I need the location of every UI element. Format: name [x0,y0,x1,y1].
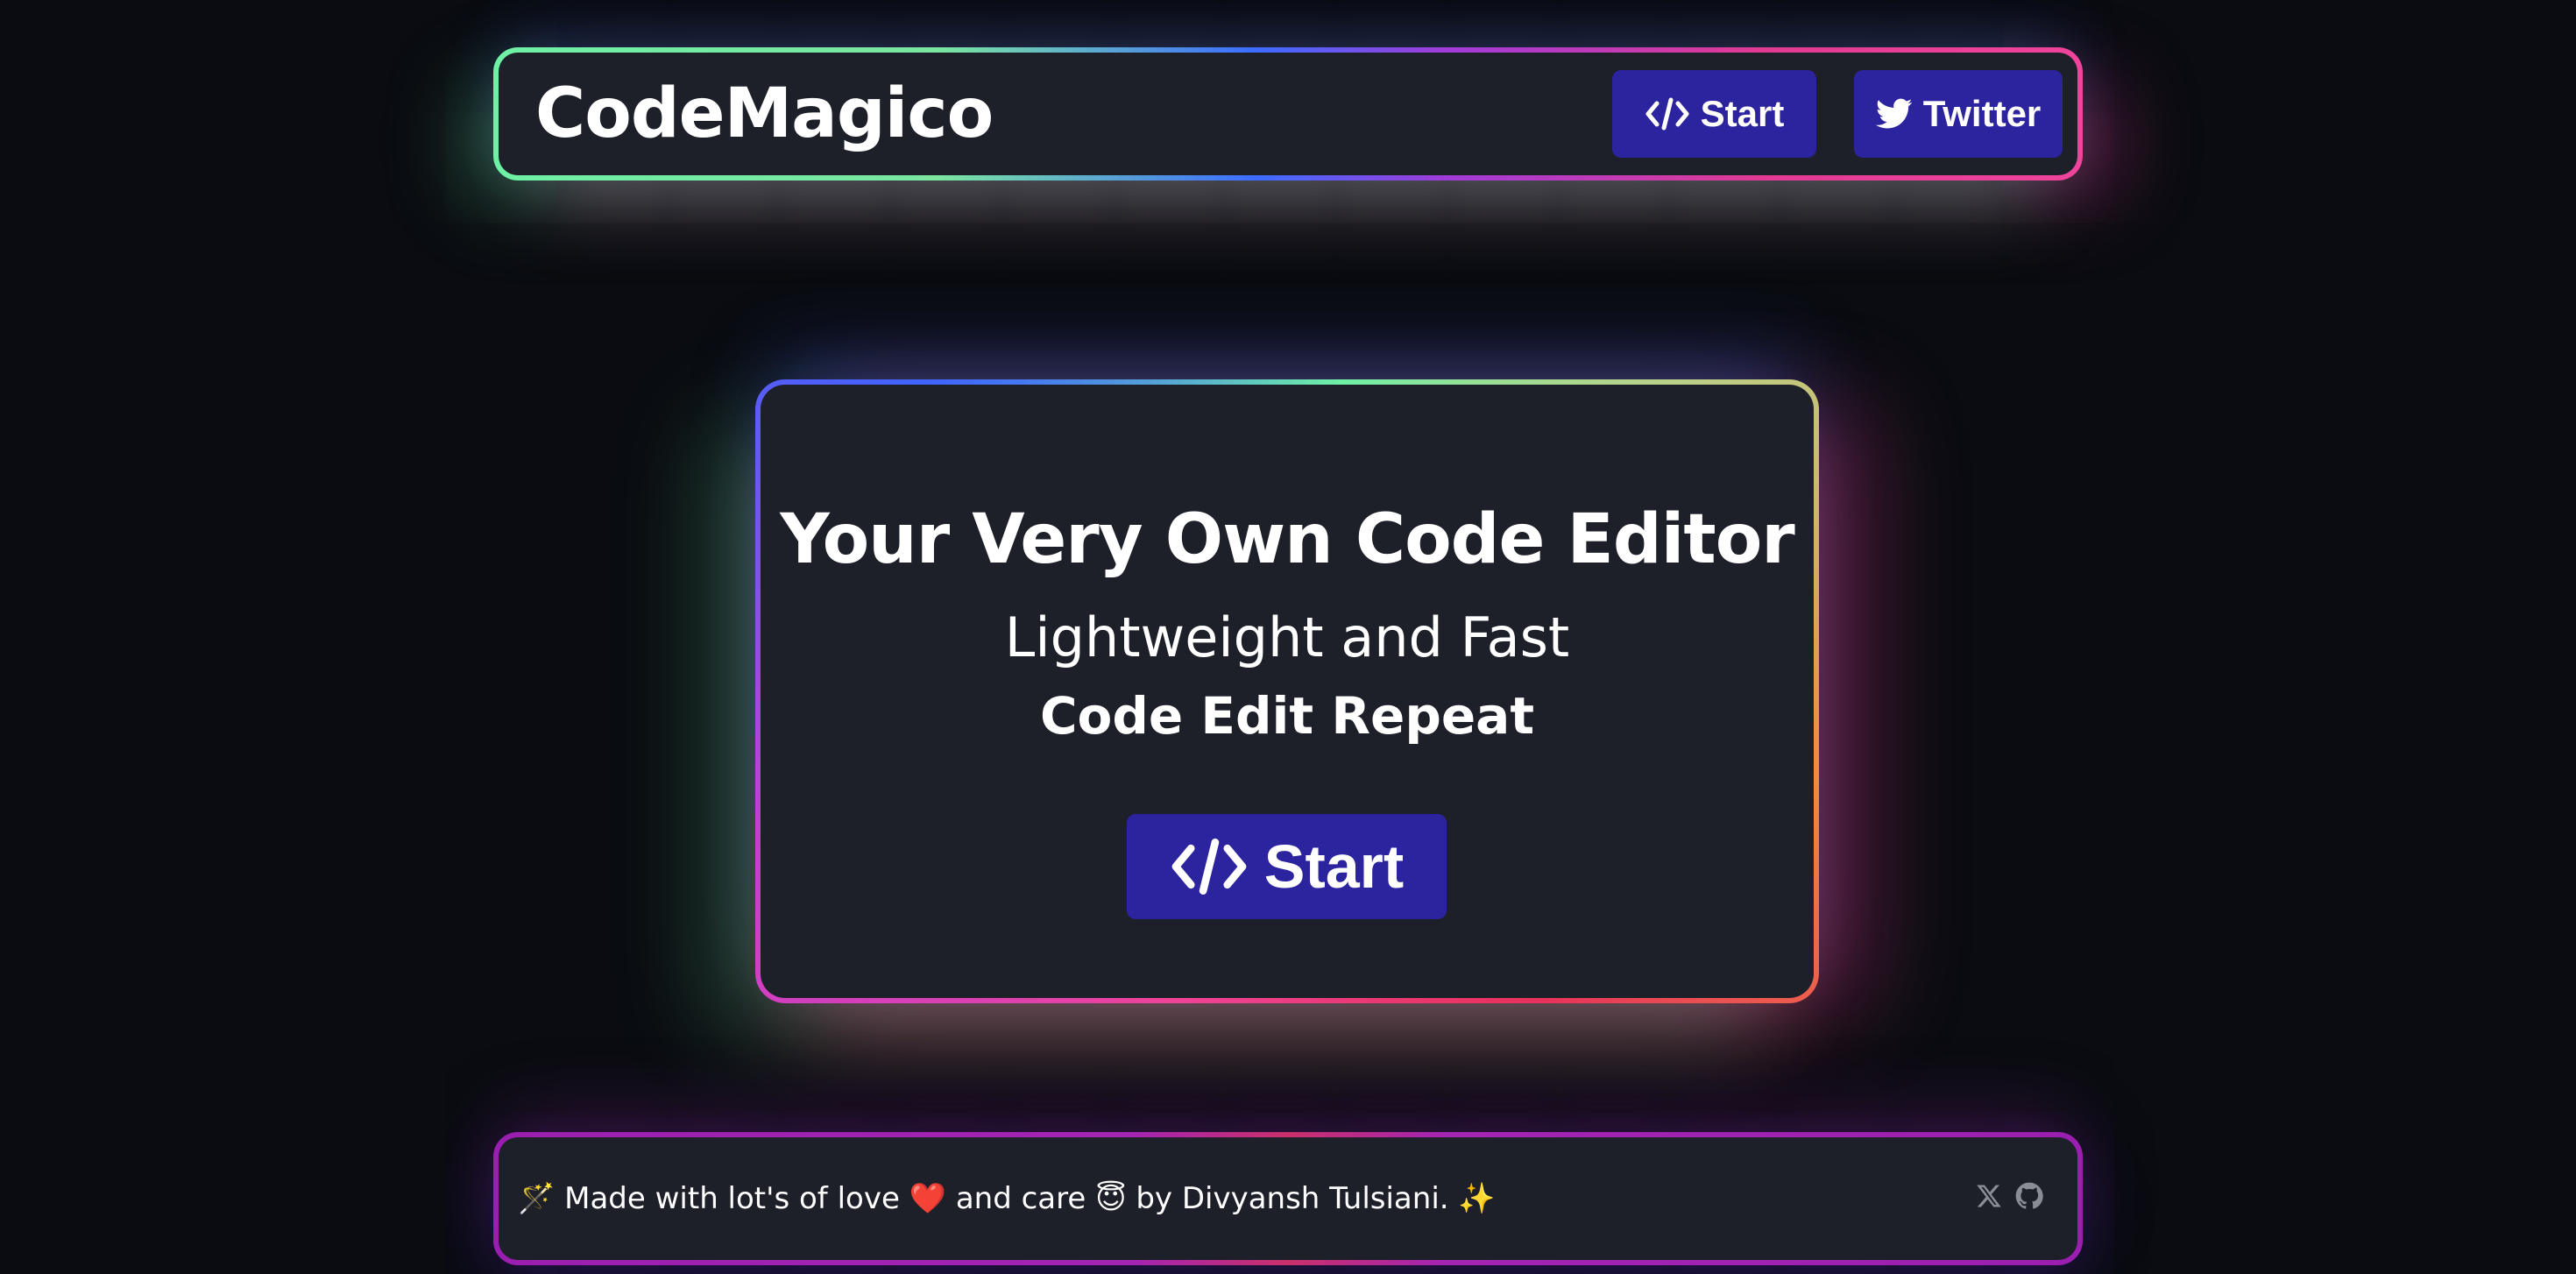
navbar: CodeMagico Start Twitter [493,47,2083,180]
hero-card: Your Very Own Code Editor Lightweight an… [755,379,1819,1003]
nav-twitter-label: Twitter [1922,93,2042,134]
hero-subtitle: Lightweight and Fast [1004,605,1570,669]
brand-logo[interactable]: CodeMagico [535,74,994,154]
nav-start-button[interactable]: Start [1612,70,1816,158]
nav-start-label: Start [1700,93,1785,134]
github-icon[interactable] [2013,1180,2045,1212]
hero-start-label: Start [1263,832,1405,901]
hero-tagline: Code Edit Repeat [1039,686,1535,746]
code-icon [1170,836,1249,897]
hero-title: Your Very Own Code Editor [780,500,1795,579]
twitter-bird-icon [1875,98,1913,130]
x-icon[interactable] [1973,1180,2005,1212]
code-icon [1645,96,1690,131]
page: CodeMagico Start Twitter Your Very Own C… [0,0,2576,1274]
footer: 🪄 Made with lot's of love ❤️ and care 😇 … [493,1132,2083,1265]
footer-credit-text: 🪄 Made with lot's of love ❤️ and care 😇 … [518,1181,1496,1216]
nav-twitter-button[interactable]: Twitter [1854,70,2063,158]
hero-start-button[interactable]: Start [1127,814,1447,919]
